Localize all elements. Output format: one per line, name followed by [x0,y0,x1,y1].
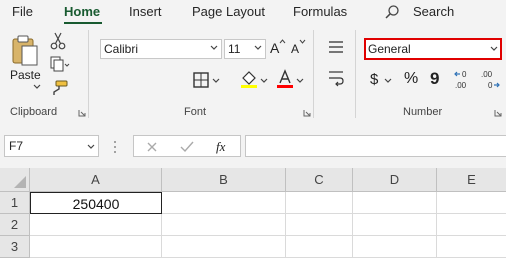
cell-a1[interactable]: 250400 [30,192,162,214]
cell[interactable] [437,236,506,258]
cell[interactable] [286,214,353,236]
ribbon: Paste Clipboard Calibri 11 A A Font Gene… [0,24,506,125]
chevron-down-icon[interactable] [87,144,95,150]
cell[interactable] [437,192,506,214]
chevron-down-icon [254,45,262,50]
format-painter-icon[interactable] [50,80,68,96]
fill-color-swatch [241,85,257,88]
font-color-icon[interactable] [276,69,294,89]
chevron-down-icon[interactable] [260,78,268,84]
copy-icon[interactable] [50,56,70,72]
tab-file[interactable]: File [12,4,33,19]
caret-down-icon [299,39,306,44]
decrease-font-size-button[interactable]: A [291,42,299,56]
cell[interactable] [353,214,437,236]
column-header-c[interactable]: C [286,168,353,192]
chevron-down-icon [490,46,498,51]
dialog-launcher-icon[interactable] [78,109,86,117]
column-header-b[interactable]: B [162,168,286,192]
font-size-value: 11 [228,42,241,56]
percent-format-button[interactable]: % [404,70,418,88]
number-format-dropdown[interactable]: General [364,38,502,60]
increase-decimal-icon[interactable]: 0 .00 [454,68,476,90]
decrease-decimal-icon[interactable]: .00 0 [480,68,502,90]
font-color-swatch [277,85,293,88]
chevron-down-icon [210,45,218,50]
ribbon-tabs: File Home Insert Page Layout Formulas Se… [0,0,506,24]
fill-color-icon[interactable] [240,69,258,89]
tab-page-layout[interactable]: Page Layout [192,4,265,19]
select-all-corner[interactable] [0,168,30,192]
search-icon[interactable] [384,4,400,20]
worksheet-grid: A B C D E 1 2 3 250400 [0,168,506,262]
chevron-down-icon[interactable] [384,78,392,84]
svg-text:0: 0 [488,81,493,90]
row-header-3[interactable]: 3 [0,236,30,258]
svg-text:.00: .00 [455,81,467,90]
cell[interactable] [286,236,353,258]
number-group-label: Number [403,106,443,118]
select-all-triangle-icon [14,176,26,188]
insert-function-button[interactable]: fx [216,139,225,155]
caret-up-icon [279,39,286,44]
formula-input[interactable] [245,135,506,157]
borders-icon[interactable] [192,71,210,89]
grip-dots-icon[interactable] [113,140,117,154]
chevron-down-icon[interactable] [212,78,220,84]
cell[interactable] [30,236,162,258]
wrap-text-icon[interactable] [328,69,344,87]
enter-check-icon[interactable] [180,141,194,153]
svg-text:.00: .00 [481,70,493,79]
formula-buttons: fx [133,135,241,157]
clipboard-group-label: Clipboard [10,106,58,118]
dialog-launcher-icon[interactable] [303,109,311,117]
row-header-1[interactable]: 1 [0,192,30,214]
dialog-launcher-icon[interactable] [494,109,502,117]
cell[interactable] [353,192,437,214]
currency-format-button[interactable]: $ [370,71,378,88]
font-group-label: Font [184,106,207,118]
font-name-dropdown[interactable]: Calibri [100,39,222,59]
cell[interactable] [286,192,353,214]
cell[interactable] [353,236,437,258]
cut-icon[interactable] [50,32,66,50]
cell[interactable] [437,214,506,236]
chevron-down-icon[interactable] [33,84,41,90]
group-separator [355,30,356,118]
tab-insert[interactable]: Insert [129,4,162,19]
cell[interactable] [162,214,286,236]
name-box[interactable]: F7 [4,135,99,157]
paste-icon[interactable] [10,34,40,68]
row-header-2[interactable]: 2 [0,214,30,236]
group-separator [313,30,314,118]
align-top-icon[interactable] [328,40,344,54]
chevron-down-icon[interactable] [296,78,304,84]
column-header-d[interactable]: D [353,168,437,192]
column-header-e[interactable]: E [437,168,506,192]
comma-style-button[interactable]: 9 [430,69,439,89]
font-name-value: Calibri [104,42,139,56]
name-box-value: F7 [9,139,24,153]
svg-text:0: 0 [462,70,467,79]
tab-home[interactable]: Home [64,4,100,19]
cell[interactable] [30,214,162,236]
paste-label[interactable]: Paste [10,68,41,82]
column-header-a[interactable]: A [30,168,162,192]
group-separator [88,30,89,118]
number-format-value: General [368,42,411,56]
font-size-dropdown[interactable]: 11 [224,39,266,59]
cell[interactable] [162,236,286,258]
increase-font-size-button[interactable]: A [270,40,279,56]
search-label[interactable]: Search [413,4,454,19]
tab-formulas[interactable]: Formulas [293,4,347,19]
cancel-icon[interactable] [146,141,158,153]
cell[interactable] [162,192,286,214]
